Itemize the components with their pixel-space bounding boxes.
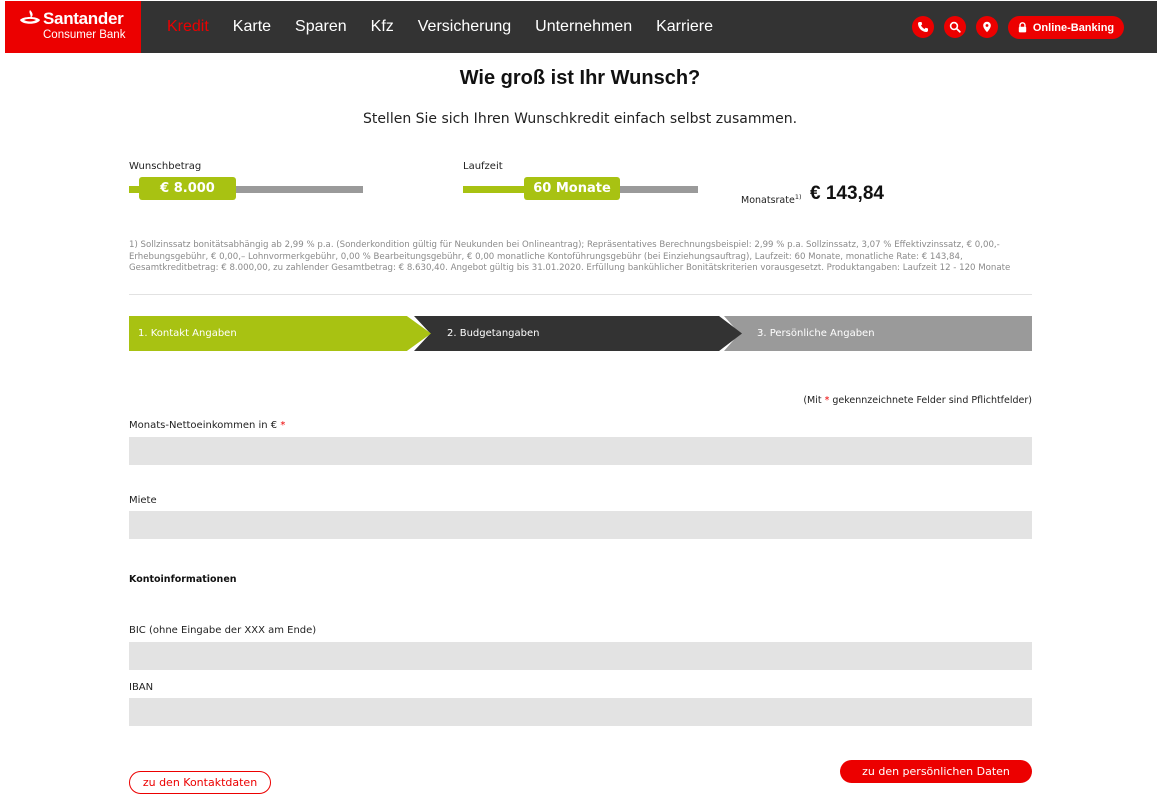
phone-button[interactable]: [912, 16, 934, 38]
online-banking-label: Online-Banking: [1032, 21, 1115, 34]
income-required-star: *: [280, 420, 286, 431]
lock-icon: [1018, 22, 1027, 33]
online-banking-button[interactable]: Online-Banking: [1008, 16, 1124, 39]
brand-name: Santander: [43, 9, 124, 28]
account-info-heading: Kontoinformationen: [129, 574, 237, 585]
bic-input[interactable]: [129, 642, 1032, 670]
monthly-rate-footnote-mark: 1): [794, 193, 802, 201]
next-to-personal-button[interactable]: zu den persönlichen Daten: [840, 760, 1032, 783]
nav-item-unternehmen[interactable]: Unternehmen: [535, 18, 632, 36]
legal-footnote: 1) Sollzinssatz bonitätsabhängig ab 2,99…: [129, 240, 1011, 273]
santander-logo[interactable]: Santander Consumer Bank: [5, 1, 141, 53]
location-pin-icon: [983, 21, 991, 33]
top-navigation-bar: Santander Consumer Bank Kredit Karte Spa…: [5, 1, 1157, 53]
required-note-pre: (Mit: [803, 395, 825, 406]
term-slider-handle[interactable]: 60 Monate: [524, 177, 620, 200]
required-fields-note: (Mit * gekennzeichnete Felder sind Pflic…: [803, 395, 1032, 406]
term-label: Laufzeit: [463, 161, 503, 172]
bic-label: BIC (ohne Eingabe der XXX am Ende): [129, 625, 317, 636]
search-button[interactable]: [944, 16, 966, 38]
nav-item-kfz[interactable]: Kfz: [371, 18, 394, 36]
nav-item-sparen[interactable]: Sparen: [295, 18, 347, 36]
step-budget[interactable]: 2. Budgetangaben: [414, 316, 742, 351]
nav-item-kredit[interactable]: Kredit: [167, 18, 209, 36]
divider: [129, 294, 1032, 295]
amount-label: Wunschbetrag: [129, 161, 202, 172]
step-contact-details[interactable]: 1. Kontakt Angaben: [129, 316, 431, 351]
location-button[interactable]: [976, 16, 998, 38]
amount-slider-handle[interactable]: € 8.000: [139, 177, 236, 200]
page-title: Wie groß ist Ihr Wunsch?: [459, 67, 701, 89]
income-input[interactable]: [129, 437, 1032, 465]
progress-steps: 1. Kontakt Angaben 2. Budgetangaben 3. P…: [129, 316, 1032, 351]
income-label-text: Monats-Nettoeinkommen in €: [129, 420, 278, 431]
iban-label: IBAN: [129, 682, 154, 693]
page-subtitle: Stellen Sie sich Ihren Wunschkredit einf…: [362, 111, 798, 127]
income-label: Monats-Nettoeinkommen in € *: [129, 420, 285, 431]
search-icon: [949, 21, 961, 33]
step-personal-details[interactable]: 3. Persönliche Angaben: [724, 316, 1032, 351]
iban-input[interactable]: [129, 698, 1032, 726]
main-nav: Kredit Karte Sparen Kfz Versicherung Unt…: [167, 1, 737, 53]
rent-label: Miete: [129, 495, 157, 506]
nav-item-versicherung[interactable]: Versicherung: [418, 18, 511, 36]
brand-subtitle: Consumer Bank: [43, 29, 126, 41]
monthly-rate-label: Monatsrate1): [741, 193, 802, 206]
phone-icon: [918, 22, 928, 32]
back-to-contact-button[interactable]: zu den Kontaktdaten: [129, 771, 271, 794]
monthly-rate-label-text: Monatsrate: [741, 195, 795, 207]
nav-item-karte[interactable]: Karte: [233, 18, 271, 36]
santander-flame-icon: [20, 10, 40, 24]
nav-item-karriere[interactable]: Karriere: [656, 18, 713, 36]
monthly-rate-value: € 143,84: [810, 183, 884, 204]
rent-input[interactable]: [129, 511, 1032, 539]
required-note-post: gekennzeichnete Felder sind Pflichtfelde…: [829, 395, 1032, 406]
